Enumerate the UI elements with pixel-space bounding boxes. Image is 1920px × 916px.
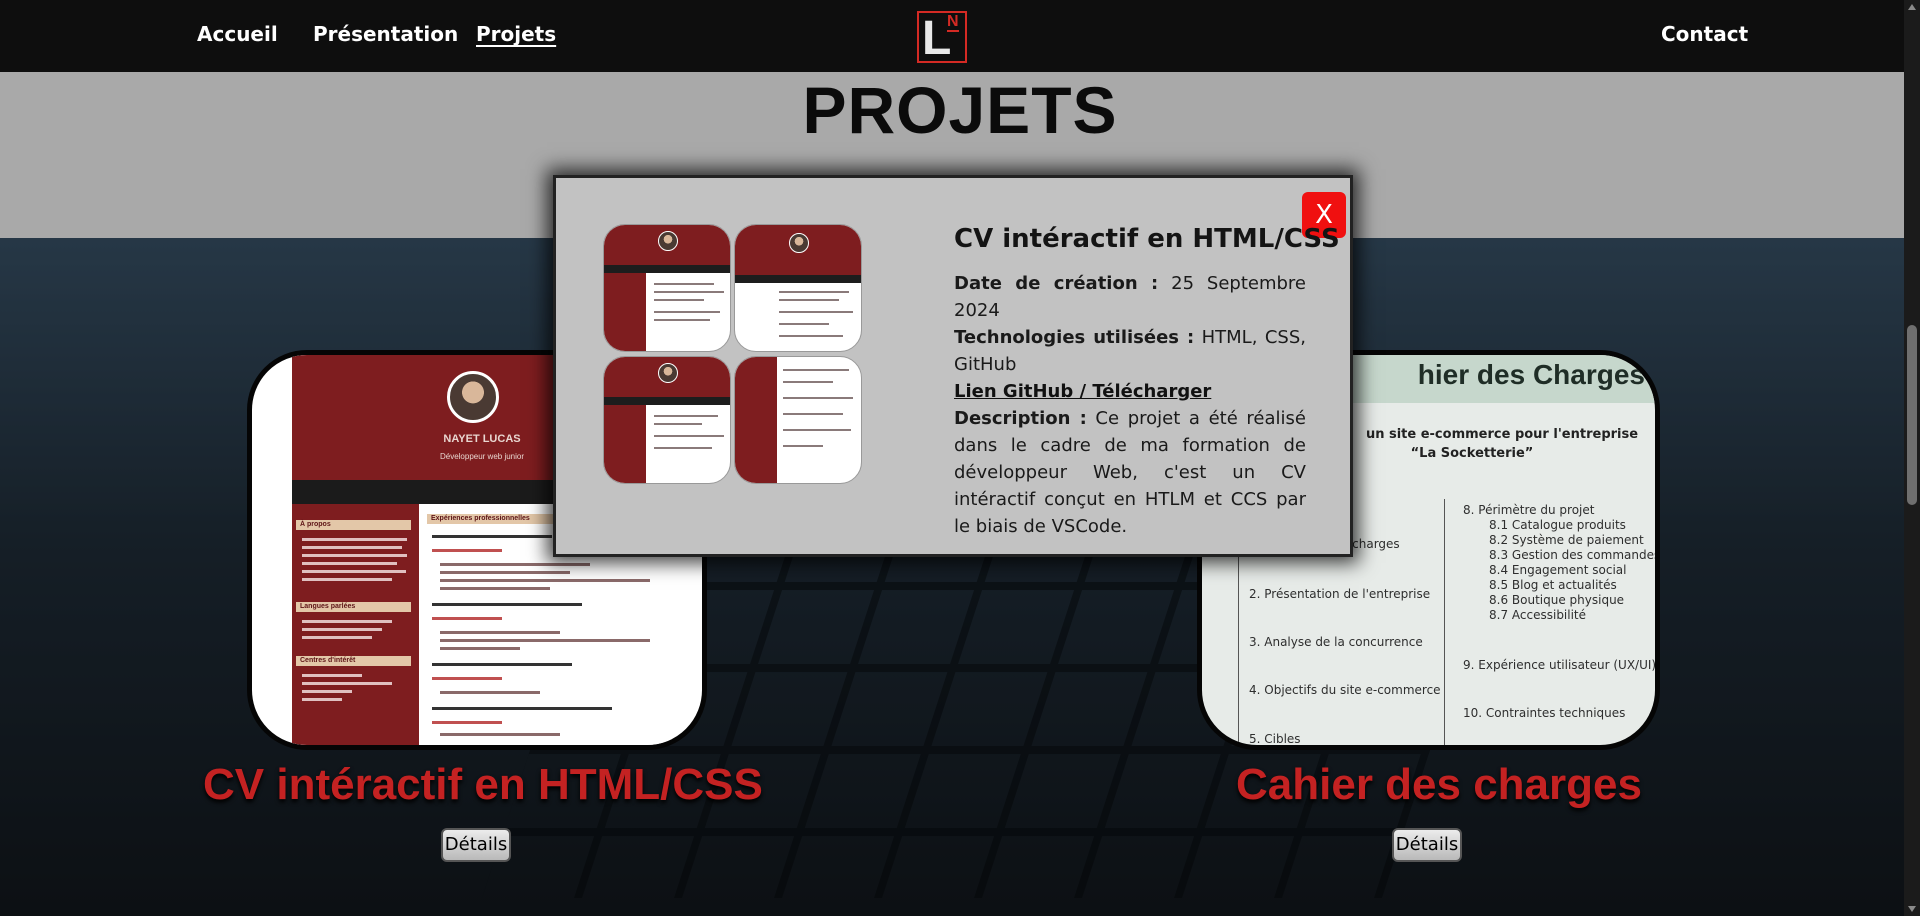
modal-title: CV intéractif en HTML/CSS [954,224,1340,254]
page-scrollbar[interactable] [1904,0,1920,916]
scroll-up-arrow-icon[interactable] [1908,4,1916,10]
date-label: Date de création : [954,273,1159,294]
cv-preview-section-apropos: À propos [296,520,411,530]
cv-preview-section-interets: Centres d'intérêt [296,656,411,666]
description-label: Description : [954,408,1087,429]
project-title-cahier: Cahier des charges [1236,760,1642,809]
tech-label: Technologies utilisées : [954,327,1195,348]
modal-thumbnail-4[interactable] [734,356,862,484]
cv-preview-section-langues: Langues parlées [296,602,411,612]
modal-thumbnail-3[interactable] [603,356,731,484]
cahier-preview-heading: hier des Charges [1417,359,1645,390]
cahier-preview-subtitle-2: “La Socketterie” [1410,446,1534,461]
modal-description: Date de création : 25 Septembre 2024 Tec… [954,270,1306,540]
cv-preview-sidebar: À propos Langues parlées Centres d'intér… [292,504,419,745]
nav-link-accueil[interactable]: Accueil [197,22,278,46]
modal-thumbnail-1[interactable] [603,224,731,352]
cahier-preview-subtitle-1: un site e-commerce pour l'entreprise [1365,427,1639,442]
modal-thumbnail-2[interactable] [734,224,862,352]
nav-link-presentation[interactable]: Présentation [313,22,458,46]
avatar [447,371,499,423]
top-nav: Accueil Présentation Projets L N Contact [0,0,1920,72]
project-details-modal: X CV intéractif en HTML/CSS Date de créa… [553,175,1353,557]
logo-letter-n: N [947,13,959,32]
details-button-cahier[interactable]: Détails [1392,828,1462,862]
scrollbar-thumb[interactable] [1907,325,1917,505]
project-title-cv: CV intéractif en HTML/CSS [203,760,763,809]
scroll-down-arrow-icon[interactable] [1908,906,1916,912]
github-download-link[interactable]: Lien GitHub / Télécharger [954,378,1306,405]
page-title: PROJETS [802,73,1118,147]
nav-link-contact[interactable]: Contact [1661,22,1748,46]
site-logo[interactable]: L N [917,11,967,65]
nav-link-projets[interactable]: Projets [476,22,556,46]
details-button-cv[interactable]: Détails [441,828,511,862]
